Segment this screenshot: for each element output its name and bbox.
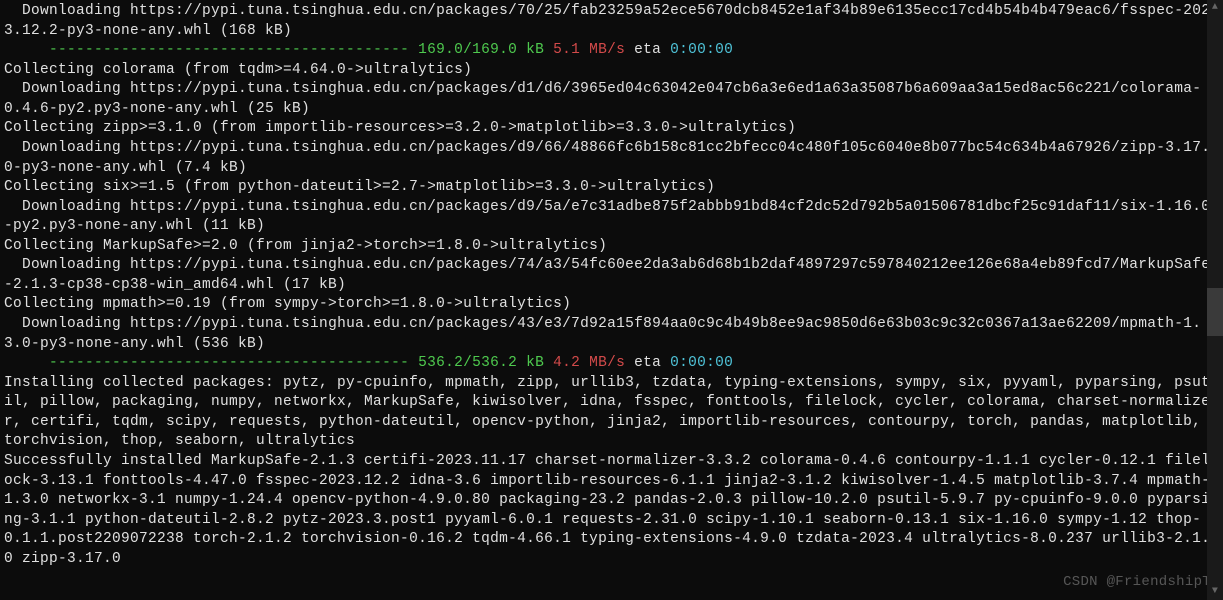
terminal-line: Successfully installed MarkupSafe-2.1.3 … xyxy=(4,452,1219,569)
terminal-text: Collecting mpmath>=0.19 (from sympy->tor… xyxy=(4,296,571,312)
scrollbar-thumb[interactable] xyxy=(1207,288,1223,336)
terminal-line: ----------------------------------------… xyxy=(4,41,1219,61)
terminal-text xyxy=(4,42,49,58)
terminal-line: Collecting six>=1.5 (from python-dateuti… xyxy=(4,178,1219,198)
terminal-line: Collecting mpmath>=0.19 (from sympy->tor… xyxy=(4,295,1219,315)
terminal-line: Collecting zipp>=3.1.0 (from importlib-r… xyxy=(4,119,1219,139)
vertical-scrollbar[interactable]: ▲ ▼ xyxy=(1207,0,1223,600)
terminal-line: Downloading https://pypi.tuna.tsinghua.e… xyxy=(4,315,1219,354)
terminal-text: Downloading https://pypi.tuna.tsinghua.e… xyxy=(4,140,1210,176)
scroll-up-icon[interactable]: ▲ xyxy=(1207,0,1223,16)
terminal-line: Downloading https://pypi.tuna.tsinghua.e… xyxy=(4,80,1219,119)
terminal-line: Collecting MarkupSafe>=2.0 (from jinja2-… xyxy=(4,237,1219,257)
terminal-text: 0:00:00 xyxy=(661,42,733,58)
terminal-text: Collecting MarkupSafe>=2.0 (from jinja2-… xyxy=(4,238,607,254)
terminal-line: Installing collected packages: pytz, py-… xyxy=(4,374,1219,452)
terminal-line: Downloading https://pypi.tuna.tsinghua.e… xyxy=(4,2,1219,41)
terminal-line: Downloading https://pypi.tuna.tsinghua.e… xyxy=(4,139,1219,178)
terminal-text: Collecting zipp>=3.1.0 (from importlib-r… xyxy=(4,120,796,136)
terminal-text: eta xyxy=(625,355,661,371)
scroll-down-icon[interactable]: ▼ xyxy=(1207,584,1223,600)
terminal-text: Downloading https://pypi.tuna.tsinghua.e… xyxy=(4,81,1201,117)
terminal-text: eta xyxy=(625,42,661,58)
terminal-text: ----------------------------------------… xyxy=(49,42,544,58)
terminal-line: ----------------------------------------… xyxy=(4,354,1219,374)
terminal-text: Downloading https://pypi.tuna.tsinghua.e… xyxy=(4,199,1210,235)
terminal-text: ----------------------------------------… xyxy=(49,355,544,371)
terminal-text: Downloading https://pypi.tuna.tsinghua.e… xyxy=(4,316,1201,352)
terminal-text: Installing collected packages: pytz, py-… xyxy=(4,375,1210,450)
terminal-text: Successfully installed MarkupSafe-2.1.3 … xyxy=(4,453,1210,567)
watermark-label: CSDN @FriendshipT xyxy=(1063,573,1211,592)
terminal-text: 5.1 MB/s xyxy=(544,42,625,58)
terminal-text: 4.2 MB/s xyxy=(544,355,625,371)
terminal-text: Collecting six>=1.5 (from python-dateuti… xyxy=(4,179,715,195)
terminal-text: 0:00:00 xyxy=(661,355,733,371)
terminal-text xyxy=(4,355,49,371)
terminal-line: Downloading https://pypi.tuna.tsinghua.e… xyxy=(4,198,1219,237)
terminal-text: Collecting colorama (from tqdm>=4.64.0->… xyxy=(4,62,472,78)
terminal-output[interactable]: Downloading https://pypi.tuna.tsinghua.e… xyxy=(4,2,1219,569)
terminal-text: Downloading https://pypi.tuna.tsinghua.e… xyxy=(4,3,1210,39)
terminal-line: Collecting colorama (from tqdm>=4.64.0->… xyxy=(4,61,1219,81)
terminal-line: Downloading https://pypi.tuna.tsinghua.e… xyxy=(4,256,1219,295)
terminal-text: Downloading https://pypi.tuna.tsinghua.e… xyxy=(4,257,1210,293)
